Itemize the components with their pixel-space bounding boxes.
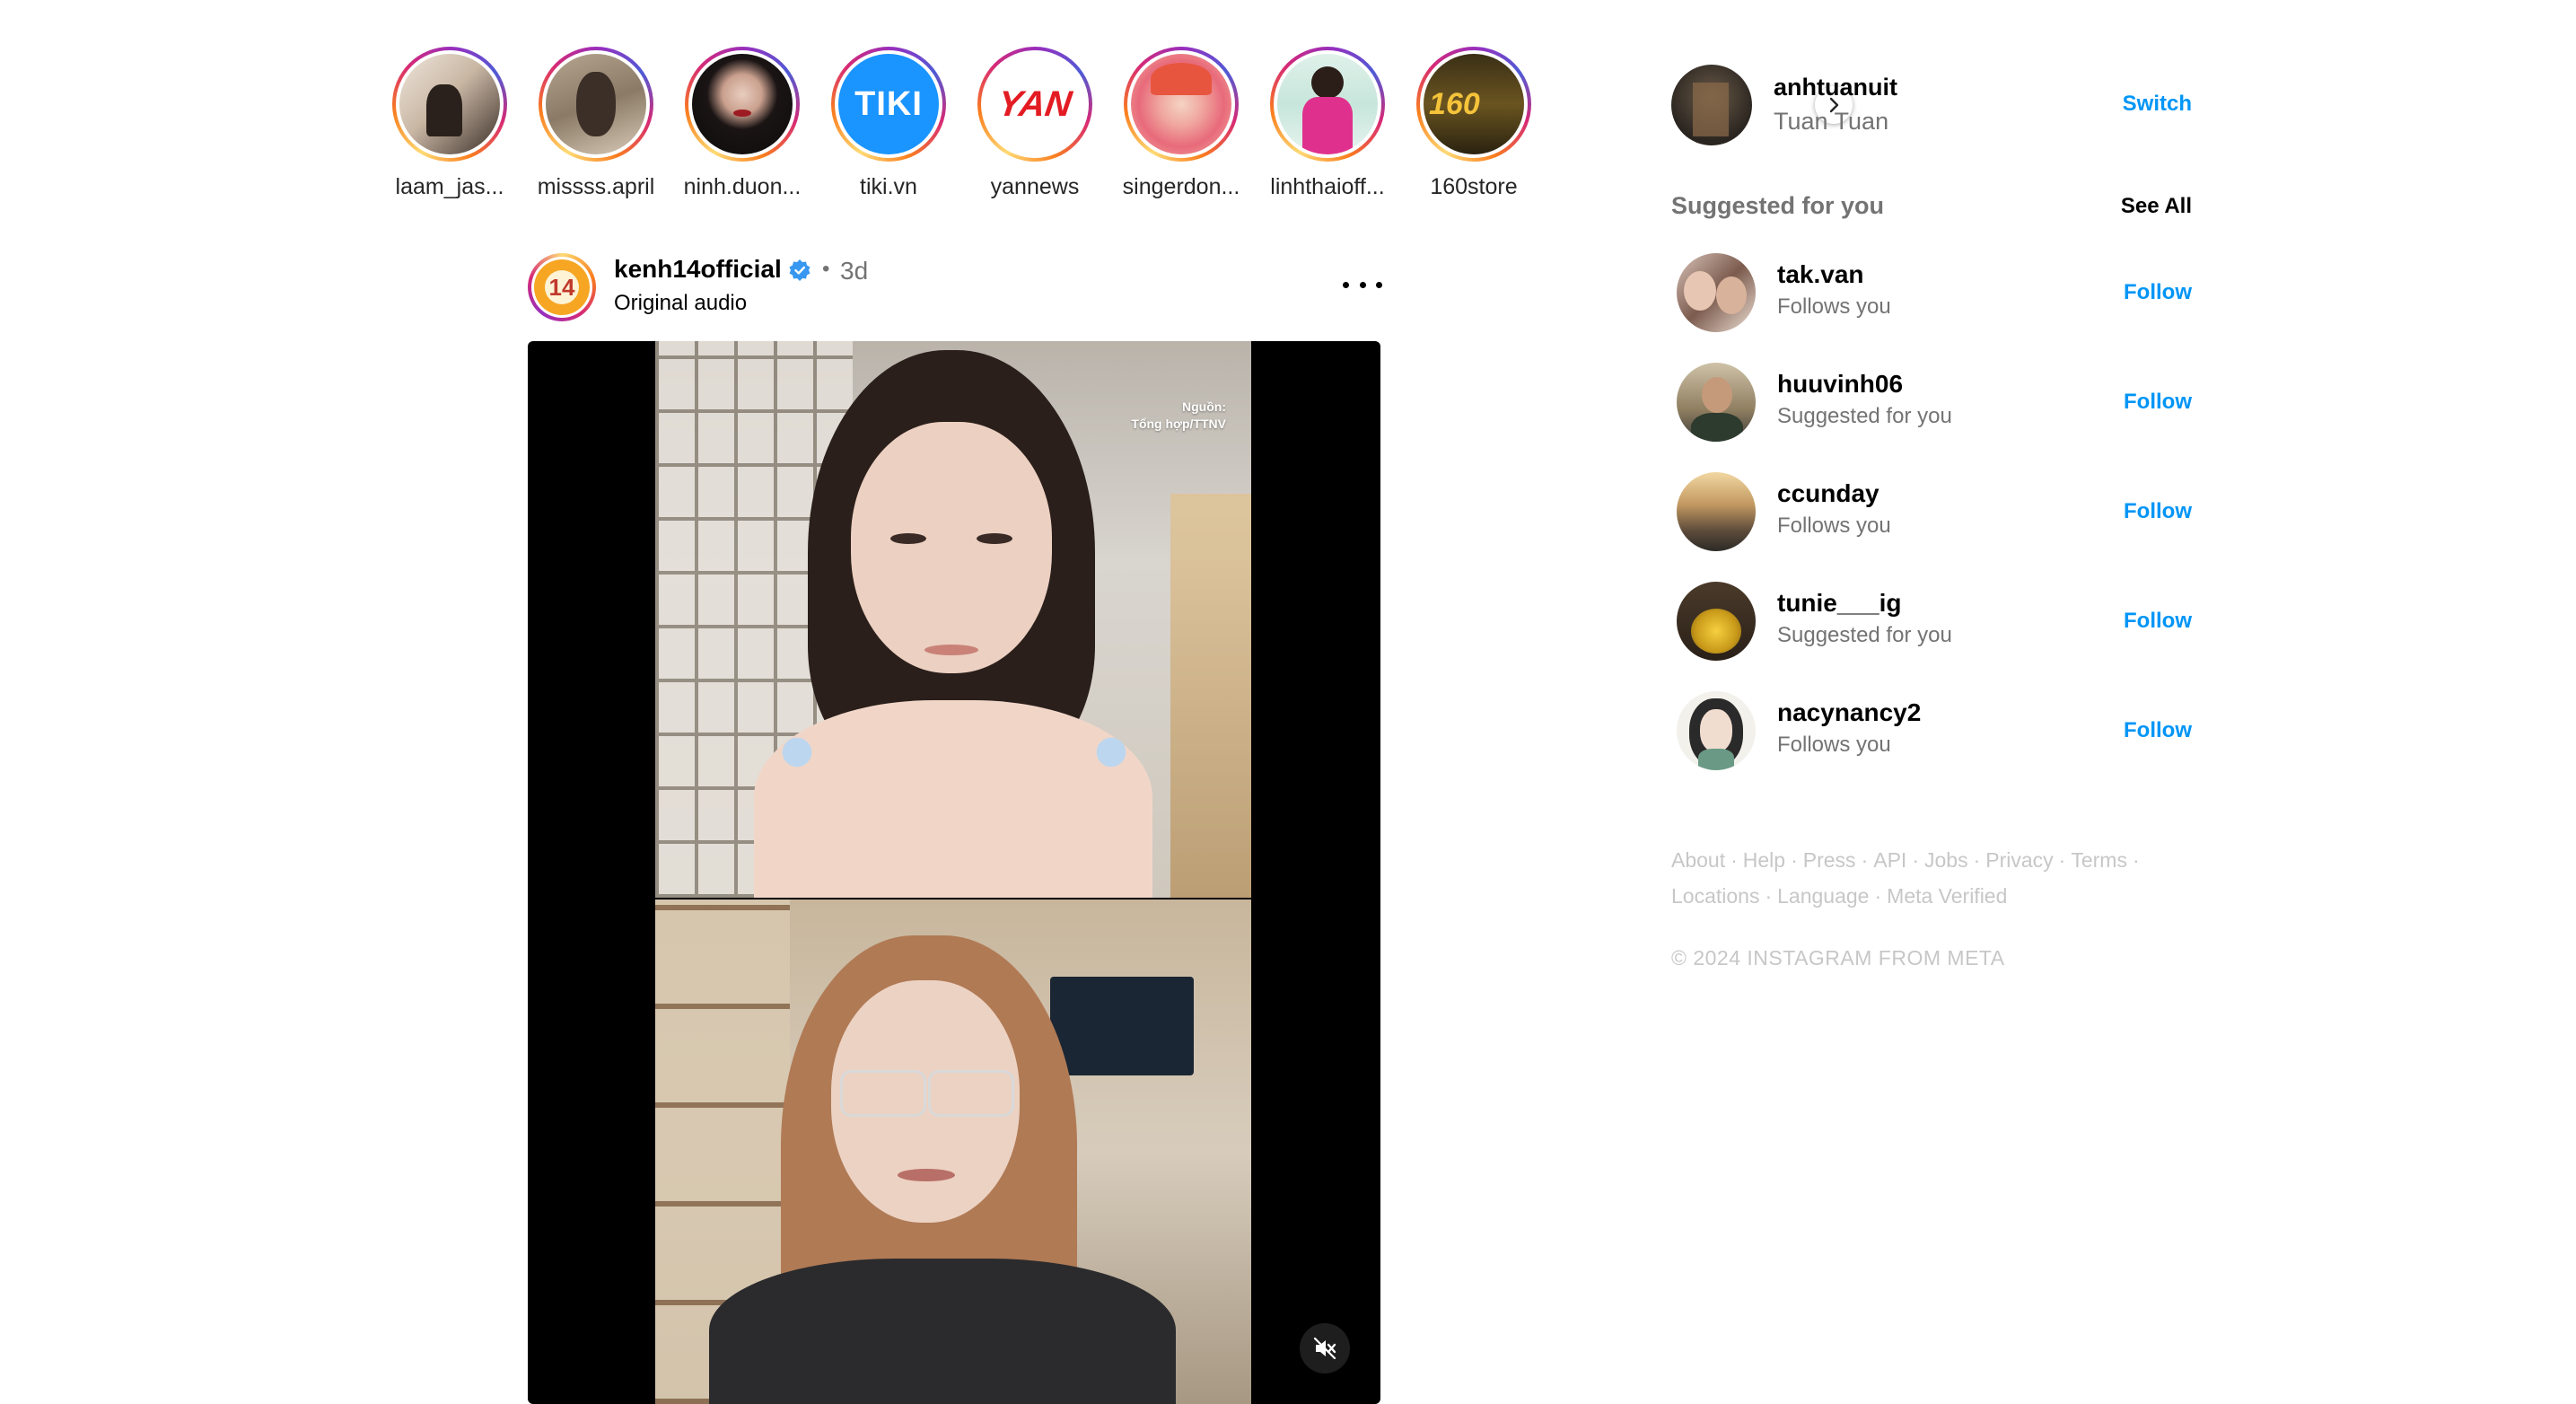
switch-account-button[interactable]: Switch	[2123, 92, 2192, 117]
video-frame-top: Nguồn: Tổng hợp/TTNV	[655, 341, 1251, 898]
story-username: 160store	[1430, 174, 1518, 199]
story-item[interactable]: 160 160store	[1401, 47, 1546, 200]
footer-link-about[interactable]: About	[1671, 848, 1725, 872]
story-avatar	[546, 54, 646, 154]
footer-link-locations[interactable]: Locations	[1671, 884, 1759, 908]
story-avatar	[1277, 54, 1378, 154]
suggestion-subtitle: Follows you	[1777, 733, 1891, 757]
suggestion-subtitle: Suggested for you	[1777, 623, 1952, 647]
story-item[interactable]: TIKI tiki.vn	[816, 47, 961, 200]
more-dot-icon	[1376, 281, 1382, 288]
suggestion-username[interactable]: ccunday	[1777, 479, 1879, 508]
suggestion-item: tunie___ig Suggested for you Follow	[1677, 582, 2192, 664]
follow-button[interactable]: Follow	[2124, 499, 2192, 524]
follow-button[interactable]: Follow	[2124, 718, 2192, 743]
story-item[interactable]: YAN yannews	[962, 47, 1108, 200]
footer-link-language[interactable]: Language	[1777, 884, 1869, 908]
story-avatar: TIKI	[838, 54, 939, 154]
suggestion-subtitle: Follows you	[1777, 294, 1891, 319]
tiki-logo: TIKI	[854, 84, 923, 123]
suggestions-header: Suggested for you See All	[1671, 192, 2192, 228]
story-avatar	[692, 54, 793, 154]
suggestion-item: huuvinh06 Suggested for you Follow	[1677, 363, 2192, 445]
separator-dot: •	[822, 257, 830, 281]
mute-toggle-button[interactable]	[1300, 1323, 1350, 1373]
story-avatar: YAN	[985, 54, 1085, 154]
post-author-avatar[interactable]: 14	[528, 253, 596, 321]
post-header: 14 kenh14official • 3d Original audio	[528, 251, 1382, 323]
more-dot-icon	[1343, 281, 1349, 288]
story-item[interactable]: ninh.duon...	[670, 47, 815, 200]
story-item[interactable]: linhthaioff...	[1255, 47, 1400, 200]
suggestion-subtitle: Suggested for you	[1777, 404, 1952, 428]
suggestion-item: nacynancy2 Follows you Follow	[1677, 691, 2192, 774]
story-item[interactable]: missss.april	[523, 47, 669, 200]
suggestion-item: tak.van Follows you Follow	[1677, 253, 2192, 336]
story-username: tiki.vn	[860, 174, 917, 199]
speaker-muted-icon	[1313, 1337, 1336, 1360]
copyright-text: © 2024 INSTAGRAM FROM META	[1671, 946, 2005, 970]
current-user-fullname: Tuan Tuan	[1774, 108, 1889, 135]
footer-link-terms[interactable]: Terms	[2071, 848, 2127, 872]
follow-button[interactable]: Follow	[2124, 280, 2192, 305]
suggestion-username[interactable]: tak.van	[1777, 260, 1864, 289]
video-frame-bottom	[655, 899, 1251, 1404]
footer-link-privacy[interactable]: Privacy	[1985, 848, 2053, 872]
story-avatar	[399, 54, 500, 154]
suggestion-avatar[interactable]	[1677, 582, 1756, 661]
post-video[interactable]: Nguồn: Tổng hợp/TTNV	[528, 341, 1380, 1404]
kenh14-logo: 14	[534, 259, 590, 315]
suggestion-username[interactable]: nacynancy2	[1777, 698, 1921, 727]
footer-link-meta-verified[interactable]: Meta Verified	[1887, 884, 2007, 908]
footer-link-press[interactable]: Press	[1803, 848, 1856, 872]
current-user-avatar[interactable]	[1671, 65, 1752, 145]
suggestion-avatar[interactable]	[1677, 691, 1756, 770]
story-username: laam_jas...	[395, 174, 504, 199]
suggestion-username[interactable]: huuvinh06	[1777, 370, 1903, 399]
footer-link-jobs[interactable]: Jobs	[1924, 848, 1968, 872]
more-dot-icon	[1359, 281, 1366, 288]
post-timestamp[interactable]: 3d	[840, 257, 868, 285]
suggestion-username[interactable]: tunie___ig	[1777, 589, 1901, 618]
story-avatar	[1131, 54, 1231, 154]
video-source-caption: Nguồn: Tổng hợp/TTNV	[1131, 399, 1226, 431]
current-user-username[interactable]: anhtuanuit	[1774, 74, 1897, 101]
suggestion-subtitle: Follows you	[1777, 513, 1891, 538]
story-username: ninh.duon...	[683, 174, 802, 199]
post-audio-link[interactable]: Original audio	[614, 291, 747, 316]
story-username: yannews	[990, 174, 1080, 199]
yan-logo: YAN	[995, 83, 1074, 124]
story-username: singerdon...	[1122, 174, 1240, 199]
post-author-username[interactable]: kenh14official	[614, 255, 782, 284]
footer-links: About · Help · Press · API · Jobs · Privacy · Terms ·…	[1671, 848, 2140, 908]
stories-tray: laam_jas... missss.april ninh.duon... TI…	[377, 47, 1853, 208]
suggestion-item: ccunday Follows you Follow	[1677, 472, 2192, 555]
suggestion-avatar[interactable]	[1677, 472, 1756, 551]
160store-logo: 160	[1429, 86, 1480, 121]
verified-badge-icon	[789, 259, 810, 281]
footer-link-api[interactable]: API	[1873, 848, 1906, 872]
footer-link-help[interactable]: Help	[1743, 848, 1785, 872]
suggestion-avatar[interactable]	[1677, 253, 1756, 332]
follow-button[interactable]: Follow	[2124, 609, 2192, 634]
more-options-button[interactable]	[1343, 271, 1382, 298]
follow-button[interactable]: Follow	[2124, 390, 2192, 415]
story-avatar: 160	[1424, 54, 1524, 154]
story-username: missss.april	[537, 174, 655, 199]
story-item[interactable]: laam_jas...	[377, 47, 522, 200]
see-all-button[interactable]: See All	[2121, 194, 2192, 219]
suggestions-title: Suggested for you	[1671, 192, 1885, 219]
suggestion-avatar[interactable]	[1677, 363, 1756, 442]
story-username: linhthaioff...	[1270, 174, 1385, 199]
story-item[interactable]: singerdon...	[1108, 47, 1254, 200]
current-user-card: anhtuanuit Tuan Tuan Switch	[1671, 65, 2192, 147]
